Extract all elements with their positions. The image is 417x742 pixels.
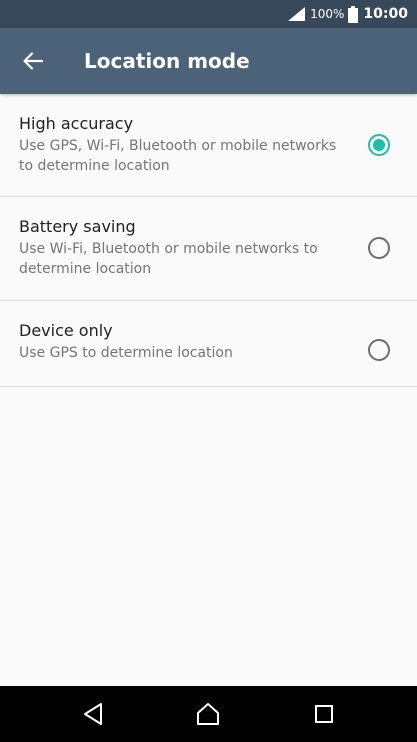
nav-home-button[interactable]	[194, 700, 222, 728]
option-text: Battery saving Use Wi-Fi, Bluetooth or m…	[19, 215, 349, 279]
status-bar: 100% 10:00	[0, 0, 417, 28]
option-title: Battery saving	[19, 217, 136, 236]
nav-back-button[interactable]	[79, 700, 107, 728]
back-triangle-icon	[84, 703, 102, 725]
app-bar: Location mode	[0, 28, 417, 94]
battery-icon	[348, 5, 359, 23]
signal-icon	[288, 7, 306, 21]
radio-device-only[interactable]	[368, 339, 390, 361]
radio-high-accuracy[interactable]	[368, 134, 390, 156]
option-description: Use Wi-Fi, Bluetooth or mobile networks …	[19, 241, 318, 277]
battery-percentage: 100%	[310, 7, 345, 21]
recents-icon	[315, 705, 333, 723]
radio-battery-saving[interactable]	[368, 237, 390, 259]
option-device-only[interactable]: Device only Use GPS to determine locatio…	[0, 301, 417, 387]
option-title: High accuracy	[19, 114, 134, 133]
status-indicators: 100% 10:00	[288, 0, 408, 28]
option-description: Use GPS to determine location	[19, 345, 233, 361]
option-title: Device only	[19, 321, 113, 340]
option-description: Use GPS, Wi-Fi, Bluetooth or mobile netw…	[19, 138, 337, 174]
option-text: Device only Use GPS to determine locatio…	[19, 319, 349, 363]
location-mode-options: High accuracy Use GPS, Wi-Fi, Bluetooth …	[0, 94, 417, 387]
nav-recents-button[interactable]	[310, 700, 338, 728]
radio-selected-dot	[373, 139, 385, 151]
option-high-accuracy[interactable]: High accuracy Use GPS, Wi-Fi, Bluetooth …	[0, 94, 417, 197]
navigation-bar	[0, 686, 417, 742]
arrow-left-icon	[23, 52, 43, 70]
back-button[interactable]	[10, 38, 56, 84]
clock: 10:00	[363, 6, 408, 22]
option-battery-saving[interactable]: Battery saving Use Wi-Fi, Bluetooth or m…	[0, 197, 417, 301]
option-text: High accuracy Use GPS, Wi-Fi, Bluetooth …	[19, 112, 349, 176]
page-title: Location mode	[84, 49, 250, 73]
home-icon	[197, 703, 219, 725]
